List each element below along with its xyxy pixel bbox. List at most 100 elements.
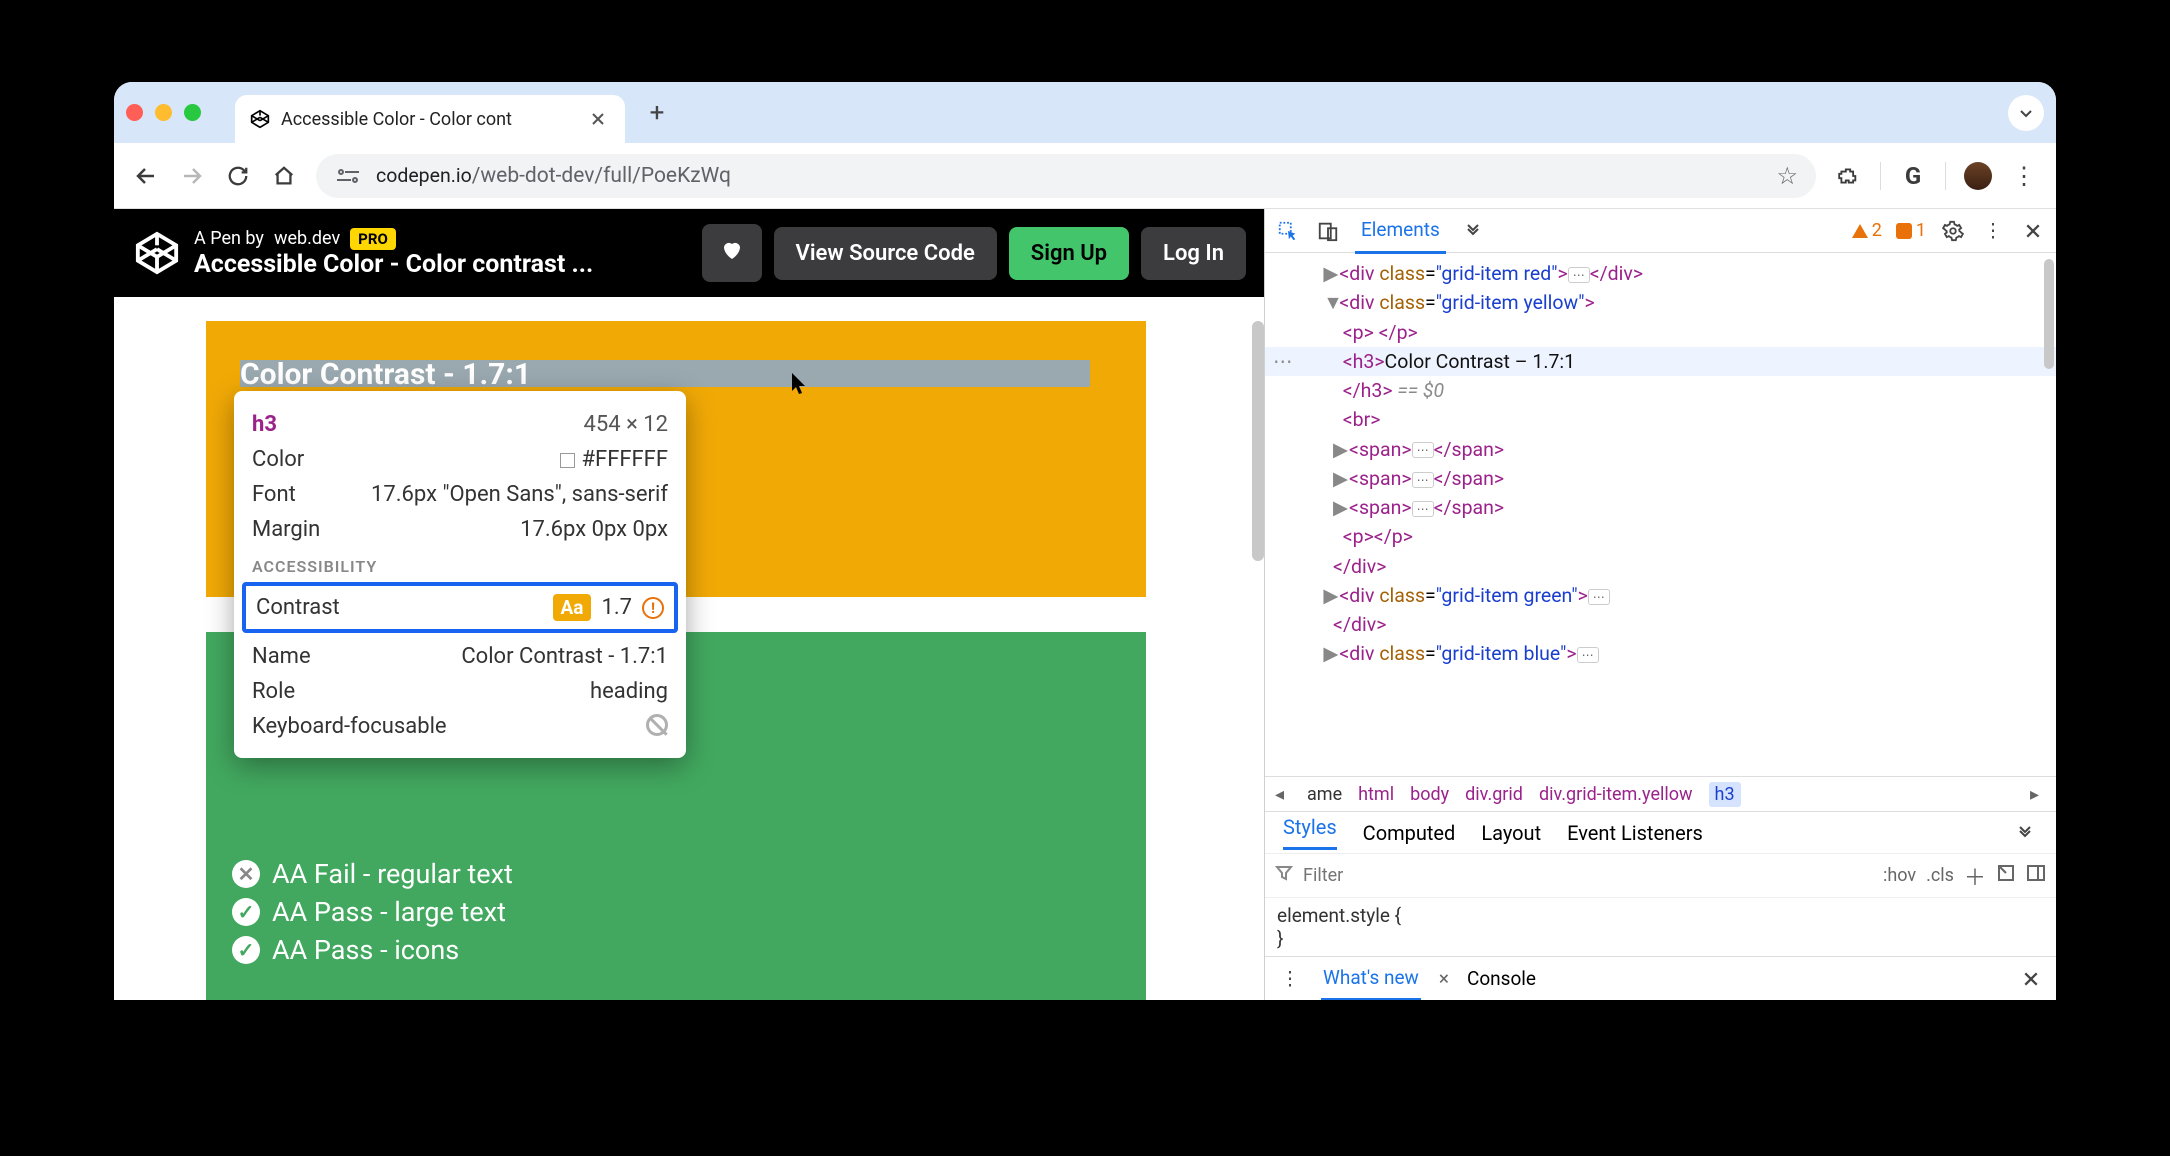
tab-title: Accessible Color - Color cont [281, 109, 512, 130]
cls-toggle[interactable]: .cls [1926, 865, 1954, 886]
dom-node[interactable]: ⋯ <h3>Color Contrast – 1.7:1 [1265, 347, 2056, 376]
heart-button[interactable] [702, 224, 762, 282]
pen-title: Accessible Color - Color contrast ... [194, 250, 690, 279]
cursor-icon [790, 371, 810, 397]
contrast-result: ✓AA Pass - icons [232, 934, 1120, 966]
whats-new-tab[interactable]: What's new [1321, 957, 1421, 1001]
computed-tab[interactable]: Computed [1363, 821, 1456, 845]
contrast-value: 1.7 [601, 595, 632, 620]
crumb-left-icon[interactable]: ◂ [1275, 784, 1291, 805]
close-devtools-icon[interactable] [2020, 218, 2046, 244]
devtools-menu-icon[interactable]: ⋮ [1980, 218, 2006, 244]
dom-node[interactable]: <br> [1265, 405, 2056, 434]
drawer-menu-icon[interactable]: ⋮ [1277, 966, 1303, 992]
filter-input[interactable] [1303, 865, 1873, 886]
computed-styles-icon[interactable] [1996, 863, 2016, 888]
styles-tab[interactable]: Styles [1283, 815, 1337, 850]
close-drawer-icon[interactable] [2018, 966, 2044, 992]
close-window-icon[interactable] [126, 104, 143, 121]
site-settings-icon[interactable] [334, 166, 362, 186]
contrast-result: ✓AA Pass - large text [232, 896, 1120, 928]
browser-toolbar: codepen.io/web-dot-dev/full/PoeKzWq ☆ G … [114, 143, 2056, 209]
dom-node[interactable]: ▶<span>⋯</span> [1265, 493, 2056, 522]
inspect-element-icon[interactable] [1275, 218, 1301, 244]
styles-body[interactable]: element.style { } [1265, 898, 2056, 956]
breadcrumb[interactable]: ◂ amehtml body div.grid div.grid-item.yello… [1265, 776, 2056, 812]
close-whats-new-icon[interactable]: × [1439, 967, 1449, 990]
minimize-window-icon[interactable] [155, 104, 172, 121]
tooltip-tag: h3 [252, 412, 277, 437]
codepen-logo-icon[interactable] [132, 228, 182, 278]
tooltip-dimensions: 454 × 12 [584, 412, 668, 437]
dom-node[interactable]: ▼<div class="grid-item yellow"> [1265, 288, 2056, 317]
back-button[interactable] [132, 162, 160, 190]
dom-node[interactable]: ▶<div class="grid-item red">⋯</div> [1265, 259, 2056, 288]
tab-close-icon[interactable] [589, 110, 607, 128]
browser-tab[interactable]: Accessible Color - Color cont [235, 95, 625, 143]
issues-badge[interactable]: 1 [1896, 220, 1926, 241]
dom-node[interactable]: </div> [1265, 610, 2056, 639]
dom-tree[interactable]: ▶<div class="grid-item red">⋯</div> ▼<di… [1265, 253, 2056, 675]
not-focusable-icon [646, 714, 668, 736]
bookmark-icon[interactable]: ☆ [1776, 162, 1798, 190]
tooltip-contrast-row: Contrast Aa 1.7 ! [242, 582, 678, 633]
home-button[interactable] [270, 162, 298, 190]
dom-node[interactable]: <p></p> [1265, 522, 2056, 551]
dom-node[interactable]: <p> </p> [1265, 318, 2056, 347]
view-source-button[interactable]: View Source Code [774, 227, 997, 280]
more-tabs-icon[interactable] [1460, 218, 1486, 244]
console-tab[interactable]: Console [1467, 967, 1536, 990]
layout-tab[interactable]: Layout [1481, 821, 1541, 845]
pen-byline: A Pen by web.dev PRO [194, 228, 690, 250]
toggle-sidebar-icon[interactable] [2026, 863, 2046, 888]
extensions-icon[interactable] [1834, 162, 1862, 190]
login-button[interactable]: Log In [1141, 227, 1246, 280]
warning-icon: ! [642, 597, 664, 619]
device-toolbar-icon[interactable] [1315, 218, 1341, 244]
crumb-item[interactable]: html [1358, 784, 1394, 805]
dom-node[interactable]: </h3> == $0 [1265, 376, 2056, 405]
inspect-tooltip: h3454 × 12 Color#FFFFFFFont17.6px "Open … [234, 391, 686, 758]
contrast-sample-badge: Aa [553, 594, 592, 621]
devtools-panel: Elements 2 1 ⋮ ▶<div class="grid-item re… [1264, 209, 2056, 1000]
check-icon: ✓ [232, 936, 260, 964]
warnings-badge[interactable]: 2 [1852, 220, 1882, 241]
styles-tabs: Styles Computed Layout Event Listeners [1265, 812, 2056, 854]
event-listeners-tab[interactable]: Event Listeners [1567, 821, 1703, 845]
new-tab-button[interactable]: + [639, 95, 675, 131]
codepen-favicon-icon [249, 108, 271, 130]
crumb-item[interactable]: ame [1307, 784, 1342, 805]
dom-node[interactable]: ▶<div class="grid-item green">⋯ [1265, 581, 2056, 610]
reload-button[interactable] [224, 162, 252, 190]
dom-node[interactable]: ▶<div class="grid-item blue">⋯ [1265, 639, 2056, 668]
crumb-right-icon[interactable]: ▸ [2030, 784, 2046, 805]
dom-node[interactable]: </div> [1265, 552, 2056, 581]
profile-avatar[interactable] [1964, 162, 1992, 190]
dom-node[interactable]: ▶<span>⋯</span> [1265, 464, 2056, 493]
codepen-header: A Pen by web.dev PRO Accessible Color - … [114, 209, 1264, 297]
crumb-item[interactable]: div.grid-item.yellow [1539, 784, 1693, 805]
elements-tab[interactable]: Elements [1355, 208, 1446, 254]
signup-button[interactable]: Sign Up [1009, 227, 1129, 280]
crumb-item[interactable]: div.grid [1465, 784, 1523, 805]
new-style-icon[interactable]: ＋ [1964, 860, 1986, 892]
google-account-icon[interactable]: G [1899, 162, 1927, 190]
crumb-item[interactable]: body [1410, 784, 1449, 805]
crumb-item[interactable]: h3 [1709, 782, 1741, 807]
toolbar-separator [1880, 162, 1881, 190]
page-viewport: A Pen by web.dev PRO Accessible Color - … [114, 209, 1264, 1000]
tab-overflow-button[interactable] [2008, 95, 2044, 131]
more-styles-tabs-icon[interactable] [2012, 820, 2038, 846]
maximize-window-icon[interactable] [184, 104, 201, 121]
styles-filter-bar: :hov .cls ＋ [1265, 854, 2056, 898]
hov-toggle[interactable]: :hov [1883, 865, 1916, 886]
check-icon: ✓ [232, 898, 260, 926]
pro-badge: PRO [350, 228, 396, 250]
dom-node[interactable]: ▶<span>⋯</span> [1265, 435, 2056, 464]
url-text: codepen.io/web-dot-dev/full/PoeKzWq [376, 161, 731, 190]
devtools-scrollbar[interactable] [2044, 259, 2054, 369]
browser-menu-icon[interactable]: ⋮ [2010, 162, 2038, 190]
page-scrollbar[interactable] [1252, 321, 1264, 561]
settings-icon[interactable] [1940, 218, 1966, 244]
address-bar[interactable]: codepen.io/web-dot-dev/full/PoeKzWq ☆ [316, 154, 1816, 198]
